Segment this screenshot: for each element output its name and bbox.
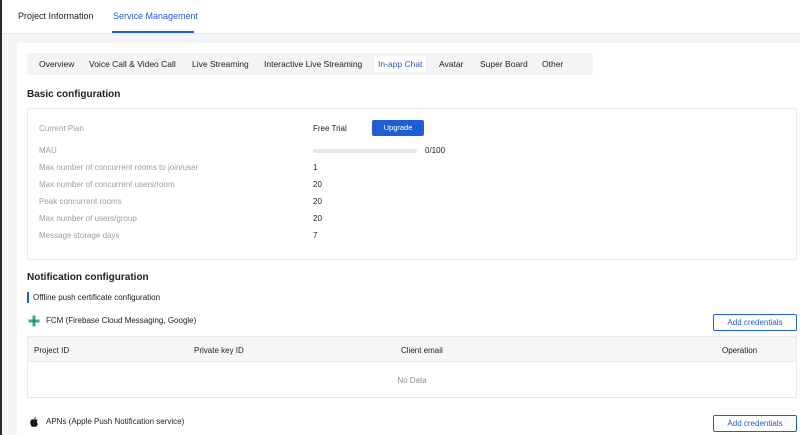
tab-project-information[interactable]: Project Information [18, 11, 94, 21]
fcm-row: FCM (Firebase Cloud Messaging, Google) A… [28, 314, 798, 331]
firebase-icon [28, 315, 40, 327]
mau-progress-bar [313, 149, 417, 153]
max-users-per-room-value: 20 [313, 180, 322, 189]
mau-label: MAU [39, 146, 57, 155]
service-tab-interactive-live-streaming[interactable]: Interactive Live Streaming [260, 56, 366, 72]
fcm-name: FCM (Firebase Cloud Messaging, Google) [46, 316, 197, 325]
fcm-add-credentials-button[interactable]: Add credentials [713, 314, 797, 331]
max-rooms-per-user-label: Max number of concurrent rooms to join/u… [39, 163, 199, 172]
service-tab-live-streaming[interactable]: Live Streaming [188, 56, 253, 72]
window-edge [0, 0, 2, 435]
peak-concurrent-rooms-value: 20 [313, 197, 322, 206]
notification-configuration-title: Notification configuration [27, 272, 149, 283]
apns-add-credentials-button[interactable]: Add credentials [713, 415, 797, 432]
table-header: Project ID Private key ID Client email O… [28, 337, 796, 362]
active-tab-indicator [112, 31, 194, 33]
max-users-per-group-label: Max number of users/group [39, 214, 137, 223]
upgrade-button[interactable]: Upgrade [372, 120, 424, 136]
apple-icon [30, 417, 38, 427]
service-tab-overview[interactable]: Overview [35, 56, 78, 72]
current-plan-label: Current Plan [39, 124, 84, 133]
service-tabs: Overview Voice Call & Video Call Live St… [27, 53, 593, 75]
column-private-key-id: Private key ID [194, 346, 244, 355]
column-project-id: Project ID [34, 346, 70, 355]
column-client-email: Client email [401, 346, 443, 355]
basic-configuration-title: Basic configuration [27, 89, 121, 100]
service-tab-avatar[interactable]: Avatar [435, 56, 467, 72]
apns-row: APNs (Apple Push Notification service) A… [28, 415, 798, 432]
service-panel: Overview Voice Call & Video Call Live St… [17, 43, 800, 435]
mau-count: 0/100 [425, 146, 446, 155]
service-tab-other[interactable]: Other [538, 56, 567, 72]
fcm-credentials-table: Project ID Private key ID Client email O… [27, 336, 797, 398]
message-storage-days-label: Message storage days [39, 231, 120, 240]
top-nav: Project Information Service Management [2, 0, 800, 34]
max-users-per-group-value: 20 [313, 214, 322, 223]
column-operation: Operation [722, 346, 758, 355]
service-tab-voice-video-call[interactable]: Voice Call & Video Call [85, 56, 180, 72]
max-users-per-room-label: Max number of concurrent users/room [39, 180, 175, 189]
max-rooms-per-user-value: 1 [313, 163, 318, 172]
peak-concurrent-rooms-label: Peak concurrent rooms [39, 197, 122, 206]
apns-name: APNs (Apple Push Notification service) [46, 417, 185, 426]
service-tab-super-board[interactable]: Super Board [476, 56, 532, 72]
current-plan-value: Free Trial [313, 124, 347, 133]
tab-service-management[interactable]: Service Management [113, 11, 198, 21]
service-tab-in-app-chat[interactable]: In-app Chat [374, 56, 427, 72]
message-storage-days-value: 7 [313, 231, 318, 240]
offline-push-subtitle: Offline push certificate configuration [27, 292, 160, 303]
empty-state-text: No Data [397, 376, 427, 385]
basic-configuration-card: Current Plan Free Trial Upgrade MAU 0/10… [27, 108, 797, 260]
